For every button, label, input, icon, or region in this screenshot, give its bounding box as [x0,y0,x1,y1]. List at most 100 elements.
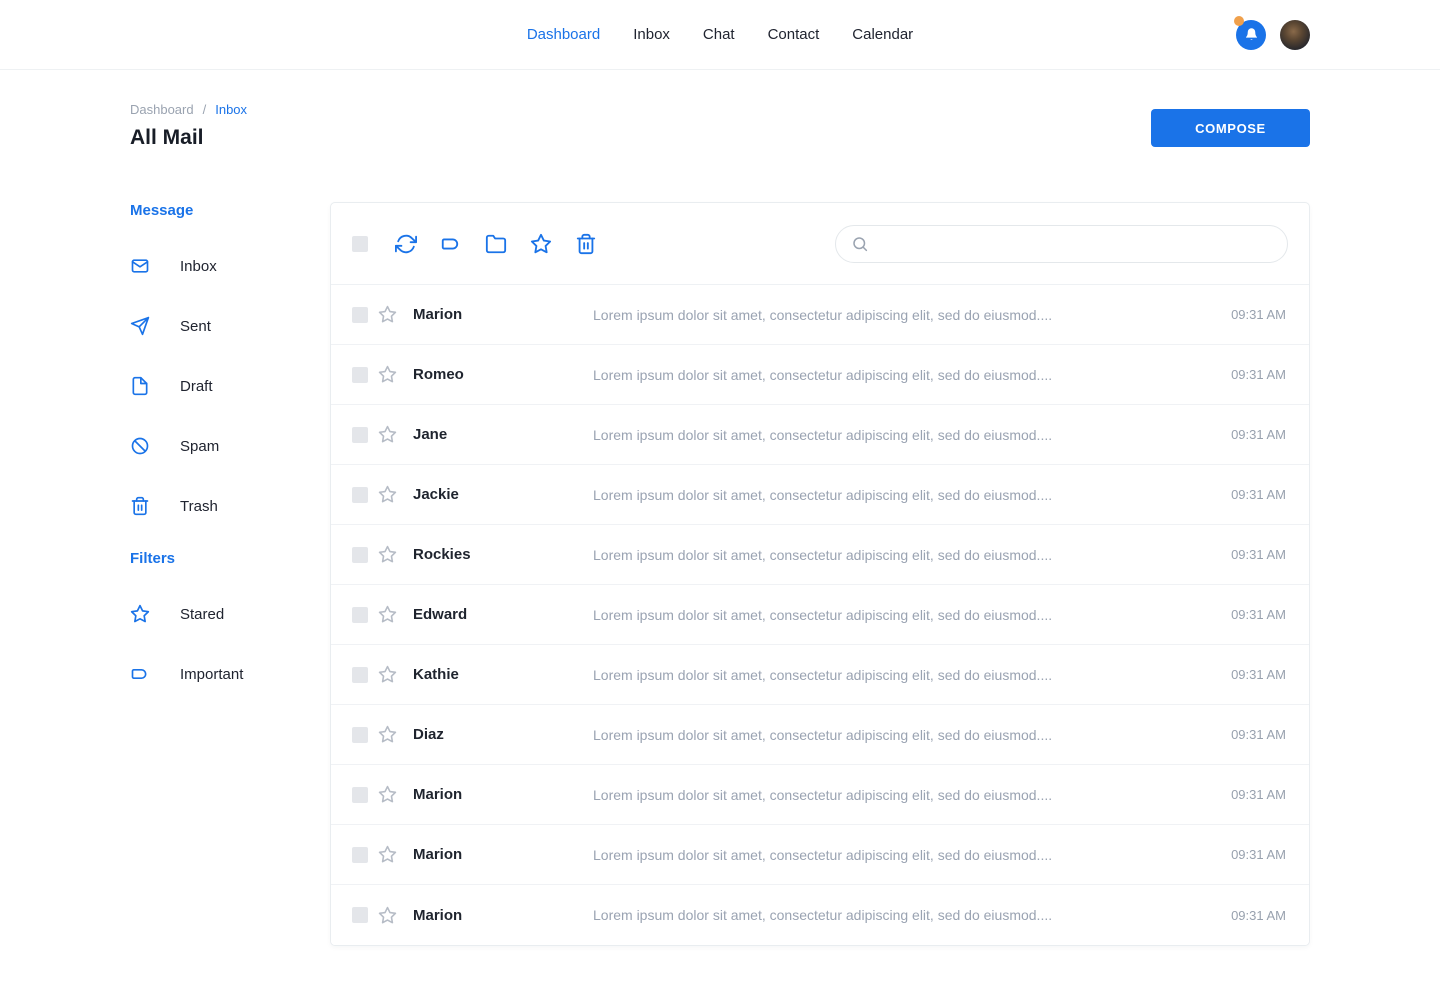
top-nav-right [1236,20,1310,50]
sidebar-item-trash[interactable]: Trash [130,476,330,536]
row-checkbox[interactable] [352,487,368,503]
notification-badge [1234,16,1244,26]
trash-icon[interactable] [575,233,597,255]
mail-row[interactable]: JackieLorem ipsum dolor sit amet, consec… [331,465,1309,525]
refresh-icon[interactable] [395,233,417,255]
sidebar-item-draft[interactable]: Draft [130,356,330,416]
row-checkbox[interactable] [352,727,368,743]
sender-name: Jackie [413,486,593,503]
message-preview: Lorem ipsum dolor sit amet, consectetur … [593,907,1211,923]
sidebar-item-label: Spam [180,438,219,455]
message-preview: Lorem ipsum dolor sit amet, consectetur … [593,547,1211,563]
row-checkbox[interactable] [352,607,368,623]
star-icon[interactable] [378,605,397,624]
select-all-checkbox[interactable] [352,236,368,252]
star-icon[interactable] [378,725,397,744]
label-icon[interactable] [440,233,462,255]
page-title: All Mail [130,126,247,150]
sidebar-item-inbox[interactable]: Inbox [130,236,330,296]
breadcrumb-separator: / [203,102,207,117]
row-checkbox[interactable] [352,367,368,383]
sidebar-item-label: Sent [180,318,211,335]
block-icon [130,436,150,456]
sidebar-item-spam[interactable]: Spam [130,416,330,476]
breadcrumb-inbox[interactable]: Inbox [215,102,247,117]
trash-icon [130,496,150,516]
message-preview: Lorem ipsum dolor sit amet, consectetur … [593,307,1211,323]
nav-item-chat[interactable]: Chat [703,26,735,43]
page-header-left: Dashboard / Inbox All Mail [130,102,247,150]
sidebar-item-label: Stared [180,606,224,623]
star-icon[interactable] [378,545,397,564]
star-icon[interactable] [378,485,397,504]
message-preview: Lorem ipsum dolor sit amet, consectetur … [593,787,1211,803]
breadcrumb-dashboard[interactable]: Dashboard [130,102,194,117]
envelope-icon [130,256,150,276]
mail-row[interactable]: MarionLorem ipsum dolor sit amet, consec… [331,285,1309,345]
star-icon[interactable] [378,365,397,384]
notifications-button[interactable] [1236,20,1266,50]
mail-row[interactable]: MarionLorem ipsum dolor sit amet, consec… [331,825,1309,885]
message-time: 09:31 AM [1231,307,1286,322]
sidebar-item-sent[interactable]: Sent [130,296,330,356]
nav-item-contact[interactable]: Contact [768,26,820,43]
page-header: Dashboard / Inbox All Mail COMPOSE [0,70,1440,150]
sender-name: Marion [413,846,593,863]
breadcrumb: Dashboard / Inbox [130,102,247,117]
star-icon[interactable] [378,425,397,444]
sidebar-item-important[interactable]: Important [130,644,330,704]
search-input[interactable] [878,236,1272,252]
search-icon [851,235,869,253]
nav-item-calendar[interactable]: Calendar [852,26,913,43]
nav-item-dashboard[interactable]: Dashboard [527,26,600,43]
row-checkbox[interactable] [352,787,368,803]
row-checkbox[interactable] [352,667,368,683]
search-bar[interactable] [835,225,1288,263]
row-checkbox[interactable] [352,547,368,563]
row-checkbox[interactable] [352,907,368,923]
sender-name: Kathie [413,666,593,683]
sender-name: Marion [413,786,593,803]
bell-icon [1244,27,1259,42]
star-icon[interactable] [378,906,397,925]
mail-row[interactable]: JaneLorem ipsum dolor sit amet, consecte… [331,405,1309,465]
message-preview: Lorem ipsum dolor sit amet, consectetur … [593,847,1211,863]
message-time: 09:31 AM [1231,547,1286,562]
message-time: 09:31 AM [1231,847,1286,862]
mail-row[interactable]: DiazLorem ipsum dolor sit amet, consecte… [331,705,1309,765]
sidebar-item-label: Draft [180,378,213,395]
nav-item-inbox[interactable]: Inbox [633,26,670,43]
mail-row[interactable]: MarionLorem ipsum dolor sit amet, consec… [331,885,1309,945]
mail-row[interactable]: RomeoLorem ipsum dolor sit amet, consect… [331,345,1309,405]
star-icon[interactable] [530,233,552,255]
star-icon[interactable] [378,665,397,684]
star-icon[interactable] [378,785,397,804]
star-icon[interactable] [378,845,397,864]
row-checkbox[interactable] [352,847,368,863]
sidebar-item-stared[interactable]: Stared [130,584,330,644]
compose-button[interactable]: COMPOSE [1151,109,1310,147]
message-time: 09:31 AM [1231,607,1286,622]
sender-name: Jane [413,426,593,443]
mail-row[interactable]: RockiesLorem ipsum dolor sit amet, conse… [331,525,1309,585]
folder-icon[interactable] [485,233,507,255]
user-avatar[interactable] [1280,20,1310,50]
mail-row[interactable]: EdwardLorem ipsum dolor sit amet, consec… [331,585,1309,645]
document-icon [130,376,150,396]
message-time: 09:31 AM [1231,908,1286,923]
sidebar-item-label: Inbox [180,258,217,275]
star-icon [130,604,150,624]
row-checkbox[interactable] [352,427,368,443]
message-time: 09:31 AM [1231,787,1286,802]
sidebar-section-title: Message [130,202,330,219]
mail-row[interactable]: MarionLorem ipsum dolor sit amet, consec… [331,765,1309,825]
message-preview: Lorem ipsum dolor sit amet, consectetur … [593,667,1211,683]
sender-name: Edward [413,606,593,623]
sender-name: Diaz [413,726,593,743]
star-icon[interactable] [378,305,397,324]
mail-row[interactable]: KathieLorem ipsum dolor sit amet, consec… [331,645,1309,705]
message-preview: Lorem ipsum dolor sit amet, consectetur … [593,427,1211,443]
row-checkbox[interactable] [352,307,368,323]
sidebar-item-label: Trash [180,498,218,515]
sidebar-section-message: Message Inbox Sent Draft Spam Trash [130,202,330,536]
